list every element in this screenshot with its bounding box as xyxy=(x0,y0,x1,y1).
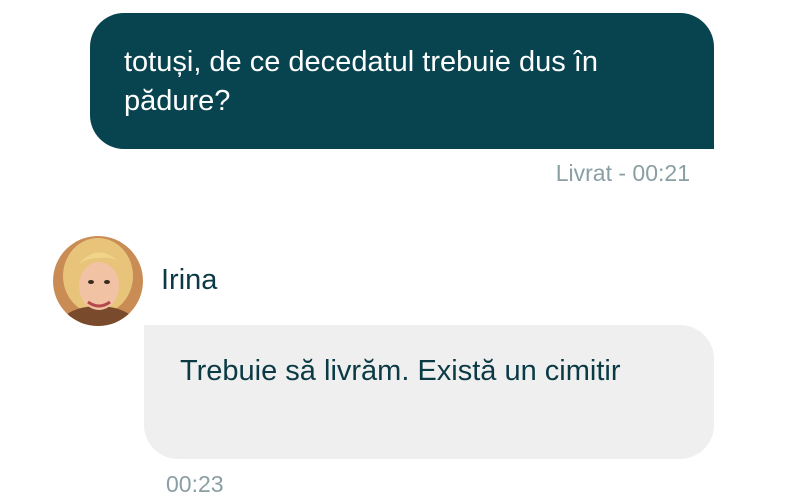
incoming-message-time: 00:23 xyxy=(166,471,224,497)
incoming-message-bubble[interactable]: Trebuie să livrăm. Există un cimitir xyxy=(144,325,714,459)
chat-thread: totuși, de ce decedatul trebuie dus în p… xyxy=(0,0,800,497)
user-avatar-photo-icon xyxy=(53,236,143,326)
avatar[interactable] xyxy=(53,236,143,326)
outgoing-message-bubble[interactable]: totuși, de ce decedatul trebuie dus în p… xyxy=(90,13,714,149)
sender-name: Irina xyxy=(161,264,218,296)
delivery-status: Livrat - 00:21 xyxy=(555,160,690,186)
outgoing-message-text: totuși, de ce decedatul trebuie dus în p… xyxy=(124,46,598,117)
incoming-message-text: Trebuie să livrăm. Există un cimitir xyxy=(180,355,621,387)
